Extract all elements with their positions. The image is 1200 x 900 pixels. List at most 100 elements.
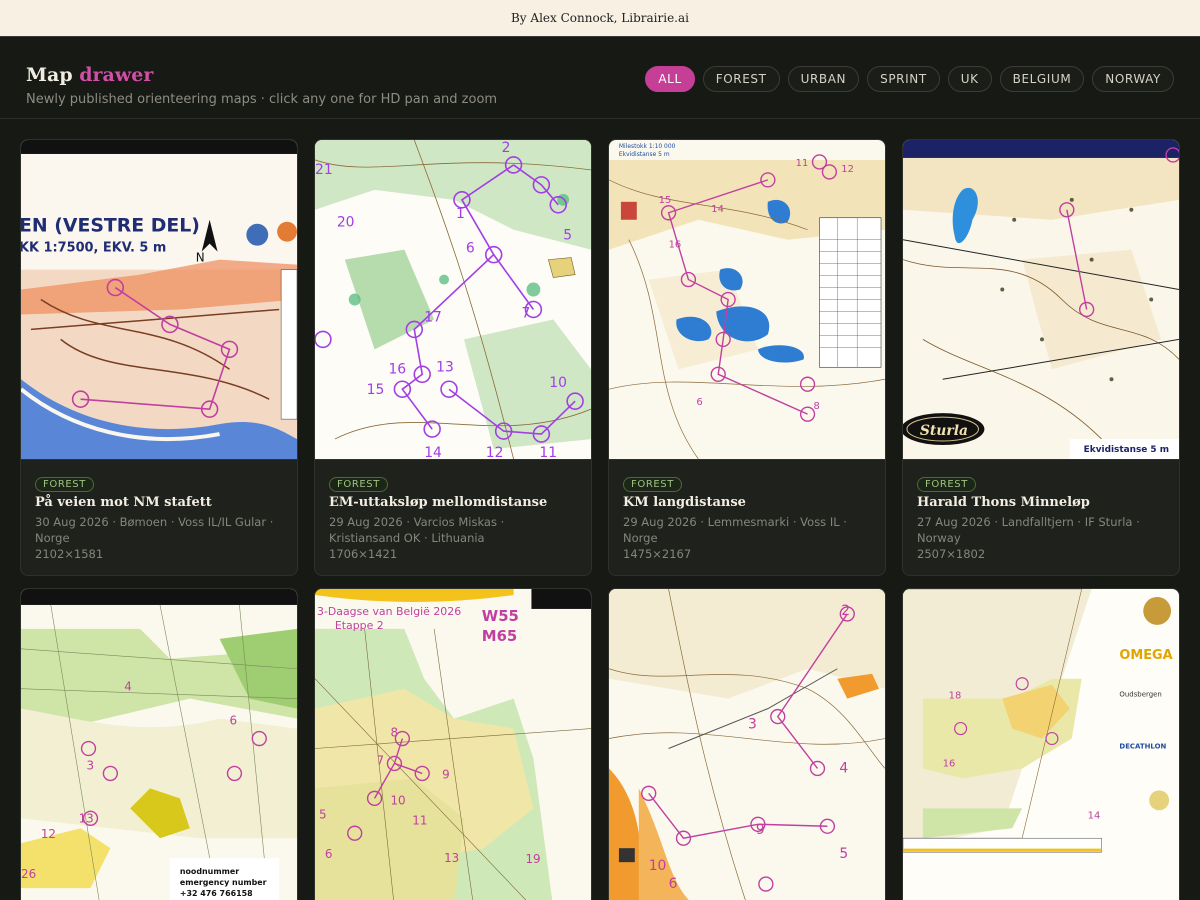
map-card[interactable]: 8 7 9 10 11 5 6 13 19 3-Daagse van België 2026 E… bbox=[314, 588, 592, 900]
svg-text:13: 13 bbox=[444, 851, 459, 865]
credit-bar: By Alex Connock, Librairie.ai bbox=[0, 0, 1200, 37]
map-label: N bbox=[196, 251, 205, 265]
filter-chip-forest[interactable]: FOREST bbox=[702, 66, 780, 92]
svg-text:16: 16 bbox=[388, 361, 406, 377]
map-thumbnail[interactable]: 8 7 9 10 11 5 6 13 19 3-Daagse van België 2026 E… bbox=[315, 589, 591, 900]
category-tag: FOREST bbox=[623, 477, 682, 492]
map-image: 18 16 14 OMEGA Oudsbergen DECATHLON bbox=[903, 589, 1179, 900]
map-label: Oudsbergen bbox=[1119, 691, 1161, 699]
svg-text:9: 9 bbox=[442, 767, 450, 781]
svg-text:6: 6 bbox=[325, 847, 333, 861]
svg-text:11: 11 bbox=[796, 158, 809, 169]
map-thumbnail[interactable]: 11 12 15 14 16 6 8 Milestokk 1:10 000 Ekvidist… bbox=[609, 140, 885, 460]
svg-text:6: 6 bbox=[466, 241, 475, 257]
map-label: Ekvidistanse 5 m bbox=[1084, 445, 1169, 455]
map-label: 3-Daagse van België 2026 bbox=[317, 605, 461, 618]
map-card[interactable]: EN (VESTRE DEL) KK 1:7500, EKV. 5 m N FO… bbox=[20, 139, 298, 576]
svg-text:4: 4 bbox=[124, 680, 132, 694]
map-dimensions: 2507×1802 bbox=[917, 547, 986, 561]
svg-text:12: 12 bbox=[41, 827, 56, 841]
svg-text:13: 13 bbox=[436, 359, 454, 375]
filter-chip-norway[interactable]: NORWAY bbox=[1092, 66, 1174, 92]
map-card[interactable]: 2 3 4 5 10 6 9 bbox=[608, 588, 886, 900]
map-label: Etappe 2 bbox=[335, 619, 384, 632]
filter-chip-all[interactable]: ALL bbox=[645, 66, 695, 92]
category-tag: FOREST bbox=[329, 477, 388, 492]
map-image: Sturla Ekvidistanse 5 m bbox=[903, 140, 1179, 459]
credit-text: By Alex Connock, Librairie.ai bbox=[510, 11, 689, 25]
brand-title[interactable]: Map drawer bbox=[26, 64, 153, 86]
svg-text:15: 15 bbox=[659, 195, 672, 206]
map-image: EN (VESTRE DEL) KK 1:7500, EKV. 5 m N bbox=[21, 140, 297, 459]
svg-text:13: 13 bbox=[79, 811, 94, 825]
map-meta: 27 Aug 2026 · Landfalltjern · IF Sturla … bbox=[917, 515, 1140, 545]
svg-text:4: 4 bbox=[839, 760, 848, 776]
svg-text:7: 7 bbox=[377, 753, 385, 767]
map-card[interactable]: Sturla Ekvidistanse 5 m FOREST Harald Th… bbox=[902, 139, 1180, 576]
map-thumbnail[interactable]: EN (VESTRE DEL) KK 1:7500, EKV. 5 m N bbox=[21, 140, 297, 460]
svg-text:16: 16 bbox=[943, 758, 956, 769]
map-image: 87 9 10 11 5 6 13 19 3-Daagse van België 2026 E… bbox=[315, 589, 591, 900]
filter-chip-sprint[interactable]: SPRINT bbox=[867, 66, 940, 92]
map-image: 2 3 4 5 106 9 bbox=[609, 589, 885, 900]
svg-text:16: 16 bbox=[669, 240, 682, 251]
map-label: noodnummer bbox=[180, 867, 239, 876]
map-card[interactable]: 21 20 6 17 16 13 15 14 12 11 10 7 5 2 1 FOREST EM-utta… bbox=[314, 139, 592, 576]
svg-text:15: 15 bbox=[367, 382, 385, 398]
svg-text:9: 9 bbox=[756, 822, 765, 838]
filter-chip-urban[interactable]: URBAN bbox=[787, 66, 860, 92]
svg-text:5: 5 bbox=[319, 807, 327, 821]
filter-chip-belgium[interactable]: BELGIUM bbox=[999, 66, 1085, 92]
brand-accent: drawer bbox=[79, 64, 154, 86]
map-label: Sturla bbox=[920, 423, 968, 439]
svg-text:5: 5 bbox=[839, 846, 848, 862]
map-label: M65 bbox=[482, 627, 518, 645]
svg-text:Ekvidistanse 5 m: Ekvidistanse 5 m bbox=[619, 151, 670, 158]
map-thumbnail[interactable]: 2 3 4 5 10 6 9 bbox=[609, 589, 885, 900]
filter-chip-uk[interactable]: UK bbox=[947, 66, 992, 92]
svg-text:20: 20 bbox=[337, 215, 355, 231]
map-thumbnail[interactable]: 4 6 3 13 12 26 noodnummer emergency number +3… bbox=[21, 589, 297, 900]
map-card[interactable]: 11 12 15 14 16 6 8 Milestokk 1:10 000 Ekvidist… bbox=[608, 139, 886, 576]
map-label: EN (VESTRE DEL) bbox=[21, 215, 200, 237]
map-label: DECATHLON bbox=[1119, 742, 1166, 750]
svg-text:17: 17 bbox=[424, 309, 442, 325]
svg-text:14: 14 bbox=[711, 204, 724, 215]
page-header: Map drawer Newly published orienteering … bbox=[0, 38, 1200, 119]
svg-text:3: 3 bbox=[87, 758, 95, 772]
svg-text:10: 10 bbox=[649, 858, 667, 874]
map-label: W55 bbox=[482, 607, 519, 625]
map-image: 11 12 15 14 16 6 8 Milestokk 1:10 000 Ekvidist… bbox=[609, 140, 885, 459]
map-card[interactable]: 4 6 3 13 12 26 noodnummer emergency number +3… bbox=[20, 588, 298, 900]
map-dimensions: 1475×2167 bbox=[623, 547, 692, 561]
svg-text:11: 11 bbox=[539, 445, 557, 459]
svg-text:8: 8 bbox=[390, 726, 398, 740]
map-label: KK 1:7500, EKV. 5 m bbox=[21, 241, 166, 256]
map-meta: 30 Aug 2026 · Bømoen · Voss IL/IL Gular … bbox=[35, 515, 274, 545]
map-label: +32 476 766158 bbox=[180, 889, 253, 898]
svg-text:12: 12 bbox=[486, 445, 504, 459]
svg-text:3: 3 bbox=[748, 717, 757, 733]
map-title: På veien mot NM stafett bbox=[35, 495, 212, 510]
svg-text:6: 6 bbox=[229, 714, 237, 728]
svg-text:14: 14 bbox=[1088, 810, 1101, 821]
svg-text:8: 8 bbox=[814, 401, 820, 412]
map-title: KM langdistanse bbox=[623, 495, 746, 510]
svg-text:26: 26 bbox=[21, 867, 36, 881]
map-meta: 29 Aug 2026 · Lemmesmarki · Voss IL · No… bbox=[623, 515, 847, 545]
map-image: 212061716 131514 12 11107521 bbox=[315, 140, 591, 459]
map-image: 4 6 3 13 12 26 noodnummer emergency number +3… bbox=[21, 589, 297, 900]
map-card[interactable]: 18 16 14 OMEGA Oudsbergen DECATHLON bbox=[902, 588, 1180, 900]
svg-text:2: 2 bbox=[841, 603, 850, 619]
svg-text:10: 10 bbox=[549, 375, 567, 391]
map-thumbnail[interactable]: 21 20 6 17 16 13 15 14 12 11 10 7 5 2 1 bbox=[315, 140, 591, 460]
svg-text:14: 14 bbox=[424, 445, 442, 459]
svg-text:18: 18 bbox=[949, 691, 962, 702]
map-label: OMEGA bbox=[1119, 648, 1172, 663]
map-dimensions: 2102×1581 bbox=[35, 547, 104, 561]
map-thumbnail[interactable]: 18 16 14 OMEGA Oudsbergen DECATHLON bbox=[903, 589, 1179, 900]
svg-text:5: 5 bbox=[563, 228, 572, 244]
svg-text:10: 10 bbox=[390, 793, 405, 807]
map-thumbnail[interactable]: Sturla Ekvidistanse 5 m bbox=[903, 140, 1179, 460]
map-title: Harald Thons Minneløp bbox=[917, 495, 1090, 510]
